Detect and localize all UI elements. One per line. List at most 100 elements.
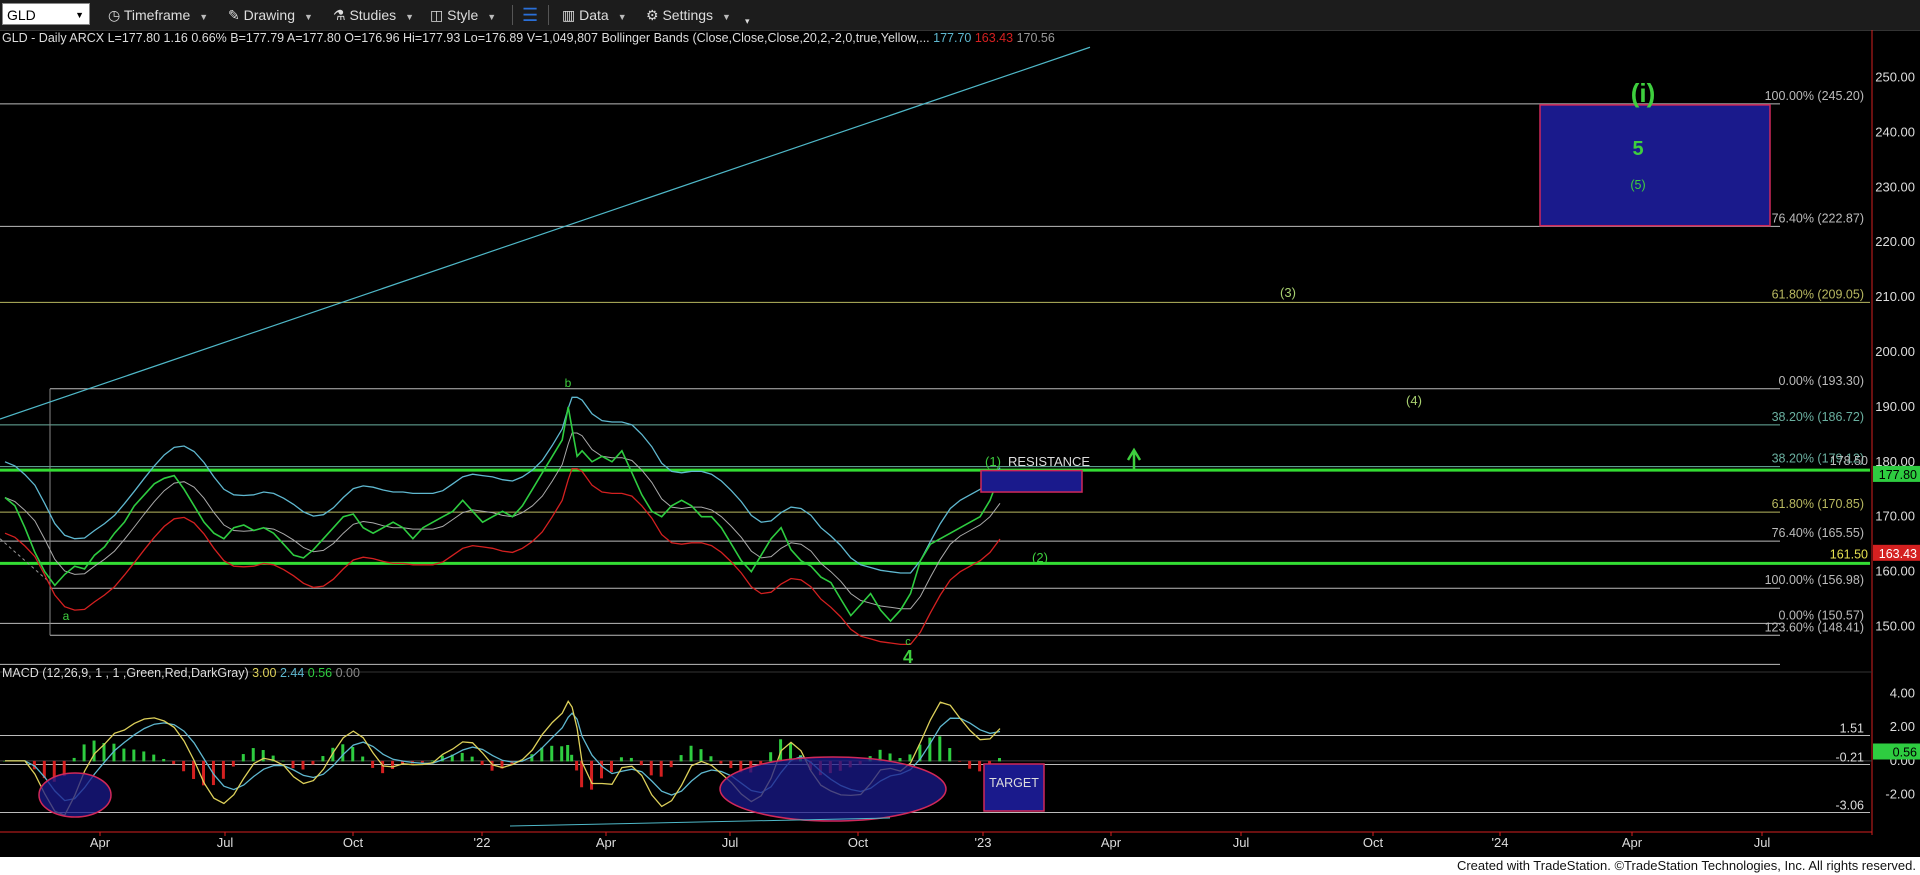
macd-histogram-bar — [301, 760, 305, 770]
macd-histogram-bar — [72, 757, 76, 762]
macd-label: MACD (12,26,9, 1 , 1 ,Green,Red,DarkGray… — [2, 666, 249, 680]
wave-label: 4 — [903, 647, 913, 667]
bollinger-mid — [4, 432, 1001, 610]
macd-trend-line — [509, 817, 891, 827]
macd-histogram-bar — [172, 760, 176, 765]
macd-histogram-bar — [968, 760, 972, 769]
macd-histogram-bar — [709, 756, 713, 762]
macd-level-label: 1.51 — [1840, 721, 1864, 735]
time-tick-label: Jul — [1233, 835, 1250, 850]
wave-label: (3) — [1280, 285, 1296, 300]
fib-label: 76.40% (222.87) — [1772, 211, 1864, 225]
macd-histogram-bar — [480, 760, 484, 765]
price-chart[interactable]: 100.00% (245.20) 76.40% (222.87) 61.80% (2… — [0, 0, 1920, 857]
time-tick-label: Apr — [1101, 835, 1122, 850]
bb-lower-value: 163.43 — [974, 31, 1014, 45]
macd-histogram-bar — [122, 748, 126, 762]
price-tick-label: 160.00 — [1875, 564, 1915, 579]
wave-label: b — [565, 376, 572, 390]
macd-tick-label: -2.00 — [1885, 787, 1915, 802]
copyright-text: Created with TradeStation. ©TradeStation… — [1450, 857, 1916, 875]
time-tick-label: '24 — [1492, 835, 1509, 850]
macd-histogram-bar — [152, 754, 156, 762]
macd-level-label: -3.06 — [1836, 799, 1865, 813]
wave-label: (i) — [1631, 78, 1656, 108]
time-tick-label: '22 — [474, 835, 491, 850]
time-tick-label: Oct — [848, 835, 869, 850]
macd-histogram-bar — [291, 760, 295, 769]
divergence-ellipse — [38, 772, 112, 818]
divergence-ellipse — [719, 756, 947, 822]
macd-histogram-bar — [460, 752, 464, 762]
macd-histogram-bar — [998, 758, 1001, 762]
macd-histogram-bar — [182, 760, 186, 772]
macd-histogram-bar — [470, 756, 474, 762]
macd-histogram-bar — [221, 760, 225, 779]
fib-label: 38.20% (186.72) — [1772, 410, 1864, 424]
wave-label: (4) — [1406, 393, 1422, 408]
annotation-layer: (i)5(5)(3)(4)ba(1)(2)c4RESISTANCE — [63, 78, 1771, 667]
macd-histogram-bar — [639, 760, 643, 766]
fib-label: 76.40% (165.55) — [1772, 526, 1864, 540]
macd-histogram-bar — [978, 760, 982, 772]
macd-histogram-bar — [958, 760, 962, 762]
wave-label: 5 — [1632, 138, 1643, 160]
price-info-bar: GLD - Daily ARCX L=177.80 1.16 0.66% B=1… — [2, 30, 1055, 46]
price-tick-label: 250.00 — [1875, 69, 1915, 84]
bb-lower-tag: 163.43 — [1879, 547, 1917, 561]
macd-histogram-bar — [430, 760, 434, 762]
time-tick-label: Oct — [343, 835, 364, 850]
macd-histogram-bar — [729, 760, 733, 769]
price-tick-label: 190.00 — [1875, 399, 1915, 414]
macd-histogram-bar — [351, 746, 355, 762]
macd-histogram-bar — [769, 752, 773, 762]
support-label: 161.50 — [1830, 547, 1868, 561]
bollinger-lower — [4, 468, 1001, 646]
macd-histogram-bar — [162, 758, 166, 762]
macd-histogram-bar — [719, 760, 723, 764]
macd-histogram-bar — [679, 755, 683, 762]
macd-value: 3.00 — [252, 666, 277, 680]
time-tick-label: Jul — [1754, 835, 1771, 850]
fib-label: 0.00% (193.30) — [1779, 374, 1864, 388]
macd-histogram-bar — [575, 760, 579, 771]
macd-tick-label: 4.00 — [1890, 685, 1915, 700]
macd-histogram-bar — [251, 748, 255, 762]
time-tick-label: Apr — [90, 835, 111, 850]
macd-histogram-bar — [381, 760, 385, 774]
time-tick-label: Jul — [722, 835, 739, 850]
fib-label: 123.60% (148.41) — [1765, 620, 1864, 634]
series-layer — [4, 396, 1001, 646]
price-tick-label: 200.00 — [1875, 344, 1915, 359]
macd-histogram-bar — [898, 758, 902, 762]
macd-histogram-bar — [311, 760, 315, 765]
price-tick-label: 240.00 — [1875, 124, 1915, 139]
symbol-timeframe: GLD - Daily ARCX — [2, 31, 105, 45]
macd-histogram-bar — [391, 760, 395, 769]
price-tick-label: 230.00 — [1875, 179, 1915, 194]
bb-upper-value: 177.70 — [933, 31, 972, 45]
target-label: TARGET — [989, 776, 1039, 790]
price-tick-label: 220.00 — [1875, 234, 1915, 249]
macd-histogram-bar — [908, 754, 912, 762]
macd-histogram-bar — [550, 745, 554, 762]
macd-histogram-bar — [659, 760, 663, 777]
macd-info-bar: MACD (12,26,9, 1 , 1 ,Green,Red,DarkGray… — [2, 666, 360, 680]
price-tick-label: 210.00 — [1875, 289, 1915, 304]
time-tick-label: '23 — [975, 835, 992, 850]
macd-value-tag: 0.56 — [1893, 745, 1917, 759]
last-price-tag: 177.80 — [1879, 468, 1917, 482]
macd-histogram-bar — [888, 753, 892, 762]
macd-histogram-bar — [142, 751, 146, 762]
macd-histogram-bar — [92, 740, 96, 762]
macd-zero-value: 0.00 — [335, 666, 360, 680]
macd-histogram-bar — [669, 760, 673, 768]
macd-histogram-bar — [948, 748, 952, 762]
macd-histogram-bar — [371, 760, 375, 768]
macd-level-label: -0.21 — [1836, 750, 1865, 764]
macd-tick-label: 2.00 — [1890, 719, 1915, 734]
time-tick-label: Apr — [1622, 835, 1643, 850]
price-line — [4, 406, 1001, 623]
macd-histogram-bar — [231, 760, 235, 767]
macd-histogram-bar — [321, 756, 325, 762]
